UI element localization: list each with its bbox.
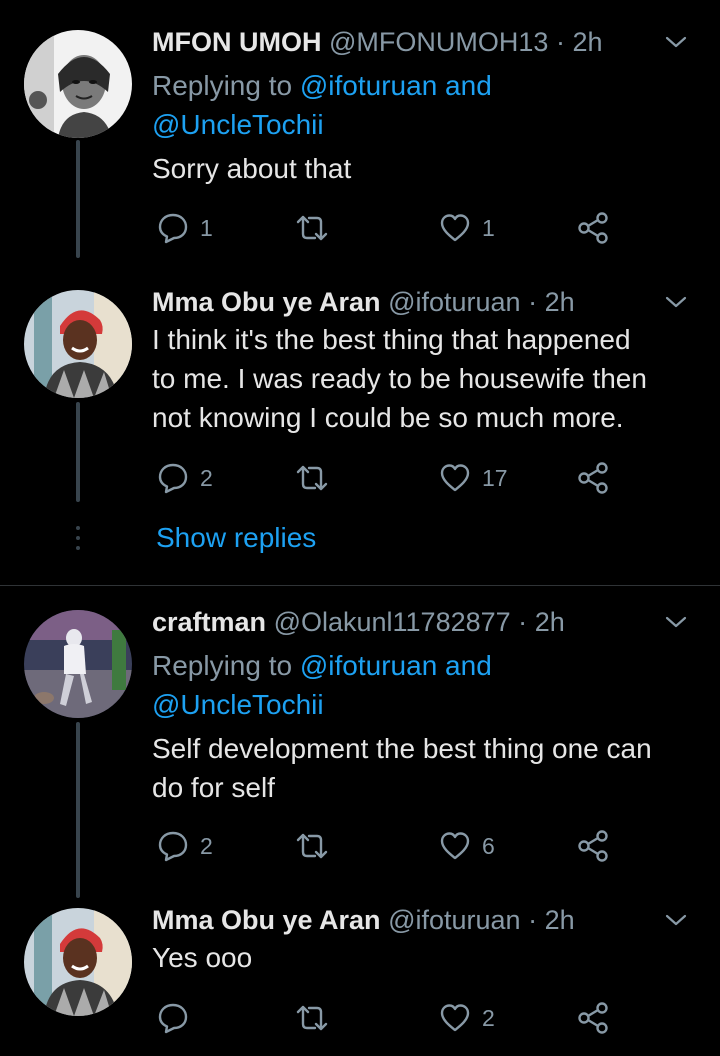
- display-name[interactable]: craftman: [152, 607, 266, 637]
- mention-link[interactable]: @UncleTochii: [152, 109, 324, 140]
- avatar[interactable]: [24, 30, 132, 138]
- like-count: 17: [482, 464, 508, 491]
- replying-to: Replying to @ifoturuan and @UncleTochii: [152, 646, 690, 724]
- share-button[interactable]: [576, 1000, 612, 1036]
- share-button[interactable]: [576, 460, 612, 496]
- timestamp[interactable]: 2h: [545, 905, 575, 935]
- tweet-text-line: not knowing I could be so much more.: [152, 402, 624, 433]
- tweet-text-line: Self development the best thing one can: [152, 733, 652, 764]
- thread-line: [76, 402, 80, 502]
- replying-to-label: Replying to: [152, 650, 293, 681]
- more-replies-indicator: [76, 526, 80, 556]
- retweet-icon: [296, 215, 328, 241]
- tweet-text-line: do for self: [152, 772, 275, 803]
- tweet-text-line: Sorry about that: [152, 153, 352, 184]
- reply-button[interactable]: [156, 1000, 200, 1036]
- show-replies-link[interactable]: Show replies: [156, 522, 316, 554]
- retweet-button[interactable]: [294, 460, 340, 496]
- separator-dot: ·: [528, 287, 538, 317]
- share-button[interactable]: [576, 210, 612, 246]
- avatar[interactable]: [24, 290, 132, 398]
- tweet-actions: 2: [152, 1000, 622, 1036]
- tweet-text: Self development the best thing one can …: [152, 729, 690, 807]
- share-button[interactable]: [576, 828, 612, 864]
- retweet-button[interactable]: [294, 1000, 340, 1036]
- avatar[interactable]: [24, 610, 132, 718]
- reply-button[interactable]: 2: [156, 828, 213, 864]
- mention-link[interactable]: @UncleTochii: [152, 689, 324, 720]
- retweet-button[interactable]: [294, 210, 340, 246]
- avatar[interactable]: [24, 908, 132, 1016]
- display-name[interactable]: Mma Obu ye Aran: [152, 905, 381, 935]
- separator-dot: ·: [518, 607, 528, 637]
- like-count: 6: [482, 832, 495, 859]
- tweet-header: MFON UMOH @MFONUMOH13 · 2h: [152, 24, 690, 60]
- like-count: 2: [482, 1004, 495, 1031]
- chevron-down-icon[interactable]: [662, 288, 690, 316]
- reply-count: 1: [200, 214, 213, 241]
- user-handle[interactable]: @MFONUMOH13: [329, 27, 548, 57]
- like-count: 1: [482, 214, 495, 241]
- tweet-header: craftman @Olakunl11782877 · 2h: [152, 604, 690, 640]
- thread-line: [76, 722, 80, 898]
- reply-count: 2: [200, 464, 213, 491]
- display-name[interactable]: Mma Obu ye Aran: [152, 287, 381, 317]
- tweet-actions: 2 17: [152, 460, 622, 496]
- heart-outline-icon: [440, 832, 470, 860]
- thread-line: [76, 140, 80, 258]
- speech-bubble-icon: [158, 831, 188, 862]
- mention-and[interactable]: and: [445, 650, 492, 681]
- like-button[interactable]: 1: [438, 210, 495, 246]
- user-handle[interactable]: @ifoturuan: [388, 287, 520, 317]
- tweet-header: Mma Obu ye Aran @ifoturuan · 2h: [152, 284, 690, 320]
- reply-button[interactable]: 2: [156, 460, 213, 496]
- tweet-text: Sorry about that: [152, 149, 690, 188]
- share-nodes-icon: [578, 212, 608, 244]
- tweet-actions: 1 1: [152, 210, 622, 246]
- tweet-text-line: to me. I was ready to be housewife then: [152, 363, 647, 394]
- share-nodes-icon: [578, 1002, 608, 1034]
- mention-link[interactable]: @ifoturuan: [300, 650, 437, 681]
- speech-bubble-icon: [158, 213, 188, 244]
- thread-divider: [0, 585, 720, 586]
- timestamp[interactable]: 2h: [535, 607, 565, 637]
- like-button[interactable]: 17: [438, 460, 508, 496]
- heart-outline-icon: [440, 214, 470, 242]
- tweet-header: Mma Obu ye Aran @ifoturuan · 2h: [152, 902, 690, 938]
- chevron-down-icon[interactable]: [662, 608, 690, 636]
- share-nodes-icon: [578, 830, 608, 862]
- heart-outline-icon: [440, 1004, 470, 1032]
- retweet-button[interactable]: [294, 828, 340, 864]
- separator-dot: ·: [528, 905, 538, 935]
- mention-link[interactable]: @ifoturuan: [300, 70, 437, 101]
- heart-outline-icon: [440, 464, 470, 492]
- replying-to: Replying to @ifoturuan and @UncleTochii: [152, 66, 690, 144]
- speech-bubble-icon: [158, 463, 188, 494]
- chevron-down-icon[interactable]: [662, 906, 690, 934]
- reply-count: 2: [200, 832, 213, 859]
- reply-button[interactable]: 1: [156, 210, 213, 246]
- display-name[interactable]: MFON UMOH: [152, 27, 321, 57]
- retweet-icon: [296, 1005, 328, 1031]
- speech-bubble-icon: [158, 1003, 188, 1034]
- like-button[interactable]: 6: [438, 828, 495, 864]
- share-nodes-icon: [578, 462, 608, 494]
- like-button[interactable]: 2: [438, 1000, 495, 1036]
- timestamp[interactable]: 2h: [545, 287, 575, 317]
- mention-and[interactable]: and: [445, 70, 492, 101]
- tweet-text-line: I think it's the best thing that happene…: [152, 324, 631, 355]
- separator-dot: ·: [555, 27, 565, 57]
- timestamp[interactable]: 2h: [572, 27, 602, 57]
- tweet-text: I think it's the best thing that happene…: [152, 320, 690, 437]
- retweet-icon: [296, 465, 328, 491]
- replying-to-label: Replying to: [152, 70, 293, 101]
- chevron-down-icon[interactable]: [662, 28, 690, 56]
- tweet-text-line: Yes ooo: [152, 942, 253, 973]
- retweet-icon: [296, 833, 328, 859]
- tweet-text: Yes ooo: [152, 938, 690, 977]
- tweet-actions: 2 6: [152, 828, 622, 864]
- user-handle[interactable]: @Olakunl11782877: [274, 607, 511, 637]
- user-handle[interactable]: @ifoturuan: [388, 905, 520, 935]
